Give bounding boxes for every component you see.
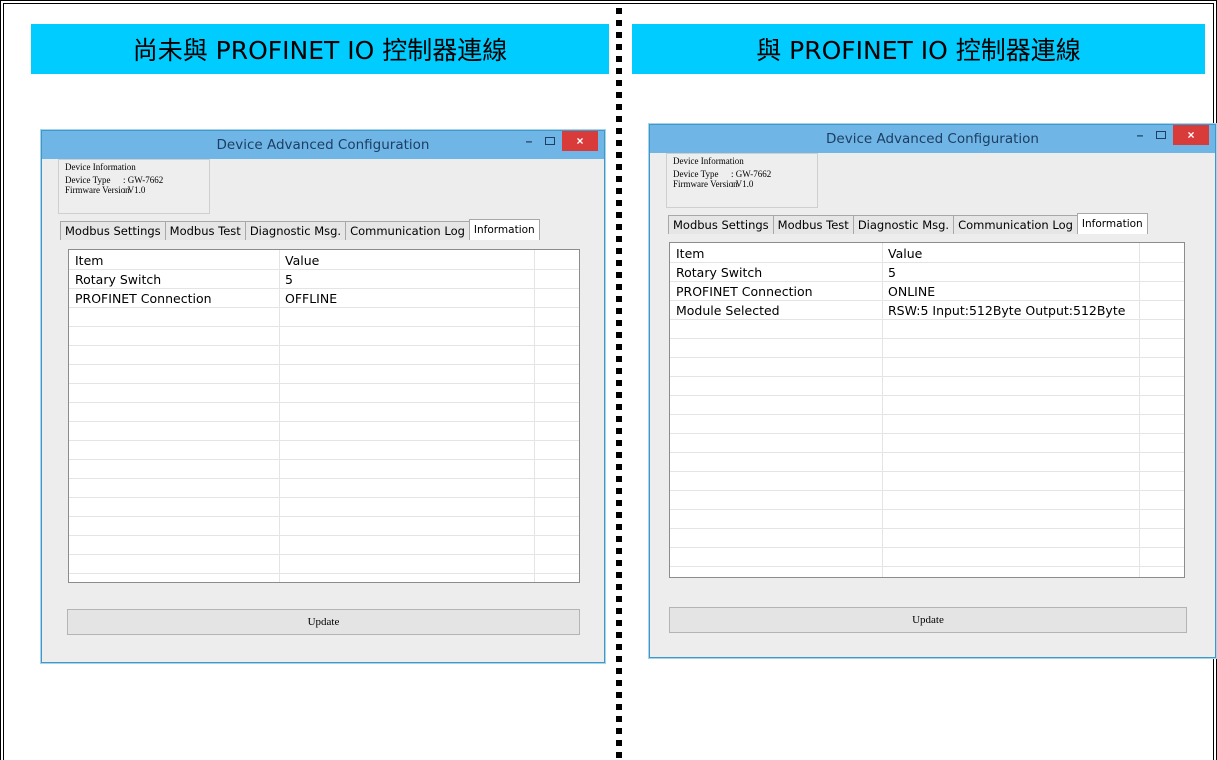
empty-row	[670, 452, 1184, 472]
empty-row	[670, 433, 1184, 453]
device-information-group: Device Information Device Type: GW-7662 …	[666, 153, 818, 208]
empty-row	[69, 364, 579, 384]
empty-row	[670, 338, 1184, 358]
tab-communication-log[interactable]: Communication Log	[345, 221, 470, 240]
tab-modbus-settings[interactable]: Modbus Settings	[668, 215, 774, 234]
empty-row	[670, 528, 1184, 548]
grid-header-row: Item Value	[69, 250, 579, 270]
tab-modbus-test[interactable]: Modbus Test	[772, 215, 854, 234]
close-button[interactable]: ×	[1173, 125, 1209, 145]
empty-row	[69, 440, 579, 460]
empty-row	[69, 345, 579, 365]
device-information-legend: Device Information	[673, 156, 744, 166]
empty-row	[69, 326, 579, 346]
empty-row	[670, 490, 1184, 510]
empty-row	[69, 383, 579, 403]
cell-item: Rotary Switch	[676, 265, 763, 280]
tab-strip: Modbus Settings Modbus Test Diagnostic M…	[668, 213, 1148, 234]
empty-row	[69, 307, 579, 327]
tab-diagnostic-msg[interactable]: Diagnostic Msg.	[852, 215, 955, 234]
cell-item: PROFINET Connection	[75, 291, 212, 306]
device-type-row: Device Type : GW-7662	[673, 169, 771, 179]
empty-row	[69, 402, 579, 422]
tab-strip: Modbus Settings Modbus Test Diagnostic M…	[60, 219, 540, 240]
cell-item: Rotary Switch	[75, 272, 162, 287]
cell-value: RSW:5 Input:512Byte Output:512Byte	[888, 303, 1126, 318]
firmware-version-value: : V1.0	[123, 185, 146, 195]
cell-value: 5	[888, 265, 896, 280]
device-type-label: Device Type	[673, 169, 719, 179]
information-grid[interactable]: Item Value Rotary Switch 5 PROFINET Conn…	[669, 242, 1185, 578]
update-button[interactable]: Update	[669, 607, 1187, 633]
empty-row	[69, 478, 579, 498]
config-window: Device Advanced Configuration – × Device…	[649, 124, 1216, 658]
device-type-value: : GW-7662	[731, 169, 772, 179]
table-row[interactable]: Module Selected RSW:5 Input:512Byte Outp…	[670, 300, 1184, 320]
information-grid[interactable]: Item Value Rotary Switch 5 PROFINET Conn…	[68, 249, 580, 583]
grid-header-row: Item Value	[670, 243, 1184, 263]
firmware-version-row: Firmware Version: V1.0	[65, 185, 145, 195]
empty-row	[69, 459, 579, 479]
device-information-legend: Device Information	[65, 162, 136, 172]
tab-modbus-test[interactable]: Modbus Test	[164, 221, 246, 240]
title-bar[interactable]: Device Advanced Configuration – ×	[42, 131, 604, 159]
device-information-group: Device Information Device Type: GW-7662 …	[58, 159, 210, 214]
update-button[interactable]: Update	[67, 609, 580, 635]
banner-title: 尚未與 PROFINET IO 控制器連線	[31, 24, 609, 74]
device-type-row: Device Type : GW-7662	[65, 175, 163, 185]
header-value: Value	[888, 246, 923, 261]
header-item: Item	[75, 253, 104, 268]
tab-communication-log[interactable]: Communication Log	[953, 215, 1078, 234]
empty-row	[69, 421, 579, 441]
cell-item: Module Selected	[676, 303, 780, 318]
empty-row	[670, 357, 1184, 377]
cell-value: 5	[285, 272, 293, 287]
empty-row	[69, 535, 579, 555]
empty-row	[69, 516, 579, 536]
empty-row	[69, 554, 579, 574]
tab-information[interactable]: Information	[468, 219, 540, 240]
maximize-button[interactable]	[1151, 125, 1171, 145]
header-item: Item	[676, 246, 705, 261]
empty-row	[670, 547, 1184, 567]
close-button[interactable]: ×	[562, 131, 598, 151]
empty-row	[670, 376, 1184, 396]
firmware-version-value: : V1.0	[731, 179, 754, 189]
minimize-button[interactable]: –	[518, 131, 540, 151]
maximize-button[interactable]	[540, 131, 560, 151]
maximize-icon	[1156, 131, 1166, 139]
table-row[interactable]: Rotary Switch 5	[69, 269, 579, 289]
cell-value: OFFLINE	[285, 291, 338, 306]
tab-modbus-settings[interactable]: Modbus Settings	[60, 221, 166, 240]
table-row[interactable]: Rotary Switch 5	[670, 262, 1184, 282]
minimize-button[interactable]: –	[1129, 125, 1151, 145]
config-window: Device Advanced Configuration – × Device…	[41, 130, 605, 663]
empty-row	[69, 497, 579, 517]
firmware-version-label: Firmware Version	[673, 179, 738, 189]
empty-row	[670, 395, 1184, 415]
maximize-icon	[545, 137, 555, 145]
firmware-version-label: Firmware Version	[65, 185, 130, 195]
cell-item: PROFINET Connection	[676, 284, 813, 299]
table-row[interactable]: PROFINET Connection OFFLINE	[69, 288, 579, 308]
banner-title: 與 PROFINET IO 控制器連線	[632, 24, 1205, 74]
device-type-value: : GW-7662	[123, 175, 164, 185]
table-row[interactable]: PROFINET Connection ONLINE	[670, 281, 1184, 301]
title-bar[interactable]: Device Advanced Configuration – ×	[650, 125, 1215, 153]
tab-diagnostic-msg[interactable]: Diagnostic Msg.	[244, 221, 347, 240]
firmware-version-row: Firmware Version: V1.0	[673, 179, 753, 189]
empty-row	[670, 414, 1184, 434]
empty-row	[670, 319, 1184, 339]
device-type-label: Device Type	[65, 175, 111, 185]
dotted-divider	[616, 8, 622, 760]
empty-row	[670, 471, 1184, 491]
empty-row	[670, 509, 1184, 529]
header-value: Value	[285, 253, 320, 268]
cell-value: ONLINE	[888, 284, 936, 299]
tab-information[interactable]: Information	[1076, 213, 1148, 234]
